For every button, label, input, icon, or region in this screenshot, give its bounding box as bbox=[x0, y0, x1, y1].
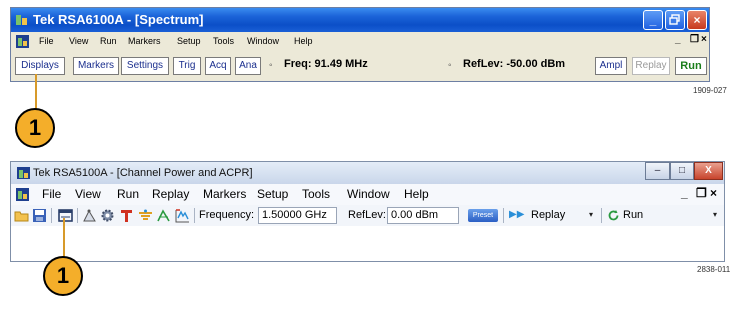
menu-run[interactable]: Run bbox=[100, 36, 117, 46]
frequency-readout[interactable]: Freq: 91.49 MHz bbox=[284, 58, 368, 70]
replay-button[interactable]: Replay bbox=[531, 209, 565, 221]
menu-markers[interactable]: Markers bbox=[128, 36, 161, 46]
window-title: Tek RSA5100A - [Channel Power and ACPR] bbox=[33, 167, 253, 179]
menu-file[interactable]: File bbox=[42, 187, 61, 201]
window-title: Tek RSA6100A - [Spectrum] bbox=[33, 12, 204, 27]
replay-dropdown-icon[interactable]: ▾ bbox=[589, 210, 593, 219]
menu-replay[interactable]: Replay bbox=[152, 187, 189, 201]
restore-icon bbox=[669, 14, 680, 25]
callout-marker: 1 bbox=[15, 108, 55, 148]
frequency-field[interactable]: 1.50000 GHz bbox=[258, 207, 337, 224]
menu-bar: File View Run Markers Setup Tools Window… bbox=[11, 32, 709, 51]
replay-button[interactable]: Replay bbox=[632, 57, 670, 75]
figure-id: 2838-011 bbox=[697, 265, 731, 274]
ampl-button[interactable]: Ampl bbox=[595, 57, 627, 75]
trigger-icon[interactable] bbox=[119, 208, 134, 223]
freq-radio-icon[interactable]: ◦ bbox=[269, 60, 273, 71]
acquire-icon[interactable] bbox=[138, 208, 153, 223]
trig-button[interactable]: Trig bbox=[173, 57, 201, 75]
toolbar: Frequency: 1.50000 GHz RefLev: 0.00 dBm … bbox=[11, 205, 724, 226]
menu-help[interactable]: Help bbox=[404, 187, 429, 201]
acq-button[interactable]: Acq bbox=[205, 57, 231, 75]
app-logo-icon bbox=[17, 167, 30, 179]
reflev-field[interactable]: 0.00 dBm bbox=[387, 207, 459, 224]
document-icon bbox=[16, 35, 29, 48]
mdi-minimize-button[interactable]: _ bbox=[681, 186, 688, 200]
menu-window[interactable]: Window bbox=[347, 187, 390, 201]
displays-button[interactable]: Displays bbox=[15, 57, 65, 75]
menu-bar: File View Run Replay Markers Setup Tools… bbox=[11, 184, 724, 205]
run-button[interactable]: Run bbox=[675, 57, 707, 75]
menu-window[interactable]: Window bbox=[247, 36, 279, 46]
menu-markers[interactable]: Markers bbox=[203, 187, 246, 201]
rsa5100a-window: Tek RSA5100A - [Channel Power and ACPR] … bbox=[10, 161, 725, 262]
mdi-restore-button[interactable]: ❐ bbox=[696, 186, 707, 200]
callout-leader-line bbox=[35, 74, 37, 112]
frequency-label: Frequency: bbox=[199, 209, 255, 221]
menu-tools[interactable]: Tools bbox=[213, 36, 234, 46]
menu-help[interactable]: Help bbox=[294, 36, 313, 46]
figure-id: 1909-027 bbox=[693, 86, 727, 95]
reflev-readout[interactable]: RefLev: -50.00 dBm bbox=[463, 58, 565, 70]
callout-leader-line bbox=[63, 218, 65, 258]
menu-file[interactable]: File bbox=[39, 36, 54, 46]
toolbar-separator bbox=[601, 208, 602, 223]
mdi-minimize-button[interactable]: _ bbox=[675, 34, 681, 45]
menu-view[interactable]: View bbox=[69, 36, 88, 46]
open-folder-icon[interactable] bbox=[14, 208, 29, 223]
markers-icon[interactable] bbox=[82, 208, 97, 223]
minimize-button[interactable]: _ bbox=[643, 10, 663, 30]
analysis-icon[interactable] bbox=[156, 208, 171, 223]
menu-setup[interactable]: Setup bbox=[257, 187, 288, 201]
amplitude-icon[interactable] bbox=[175, 208, 190, 223]
toolbar-separator bbox=[503, 208, 504, 223]
window-content bbox=[11, 226, 724, 261]
mdi-close-button[interactable]: × bbox=[710, 186, 717, 200]
settings-button[interactable]: Settings bbox=[121, 57, 169, 75]
toolbar-separator bbox=[77, 208, 78, 223]
maximize-button[interactable] bbox=[665, 10, 685, 30]
menu-tools[interactable]: Tools bbox=[302, 187, 330, 201]
toolbar-separator bbox=[51, 208, 52, 223]
close-button[interactable]: X bbox=[694, 162, 723, 180]
settings-gear-icon[interactable] bbox=[100, 208, 115, 223]
preset-button[interactable]: Preset bbox=[468, 209, 498, 222]
run-button[interactable]: Run bbox=[623, 209, 643, 221]
save-icon[interactable] bbox=[32, 208, 47, 223]
close-button[interactable]: × bbox=[687, 10, 707, 30]
menu-view[interactable]: View bbox=[75, 187, 101, 201]
reflev-label: RefLev: bbox=[348, 209, 386, 221]
menu-run[interactable]: Run bbox=[117, 187, 139, 201]
callout-marker: 1 bbox=[43, 256, 83, 296]
menu-setup[interactable]: Setup bbox=[177, 36, 201, 46]
markers-button[interactable]: Markers bbox=[73, 57, 119, 75]
rsa6100a-window: Tek RSA6100A - [Spectrum] _ × File View … bbox=[10, 7, 710, 82]
maximize-button[interactable]: □ bbox=[670, 162, 694, 180]
minimize-button[interactable]: – bbox=[645, 162, 670, 180]
toolbar-separator bbox=[194, 208, 195, 223]
title-bar: Tek RSA5100A - [Channel Power and ACPR] … bbox=[11, 162, 724, 184]
mdi-close-button[interactable]: × bbox=[701, 34, 707, 45]
title-bar: Tek RSA6100A - [Spectrum] _ × bbox=[11, 8, 709, 32]
mdi-restore-button[interactable]: ❐ bbox=[690, 34, 699, 45]
reflev-radio-icon[interactable]: ◦ bbox=[448, 60, 452, 71]
app-logo-icon bbox=[16, 15, 27, 25]
run-refresh-icon bbox=[608, 210, 619, 221]
replay-arrow-icon: ▶▶ bbox=[509, 209, 525, 220]
ana-button[interactable]: Ana bbox=[235, 57, 261, 75]
run-dropdown-icon[interactable]: ▾ bbox=[713, 210, 717, 219]
toolbar: Displays Markers Settings Trig Acq Ana ◦… bbox=[11, 51, 709, 81]
document-icon bbox=[16, 188, 29, 201]
displays-icon[interactable] bbox=[58, 208, 73, 223]
